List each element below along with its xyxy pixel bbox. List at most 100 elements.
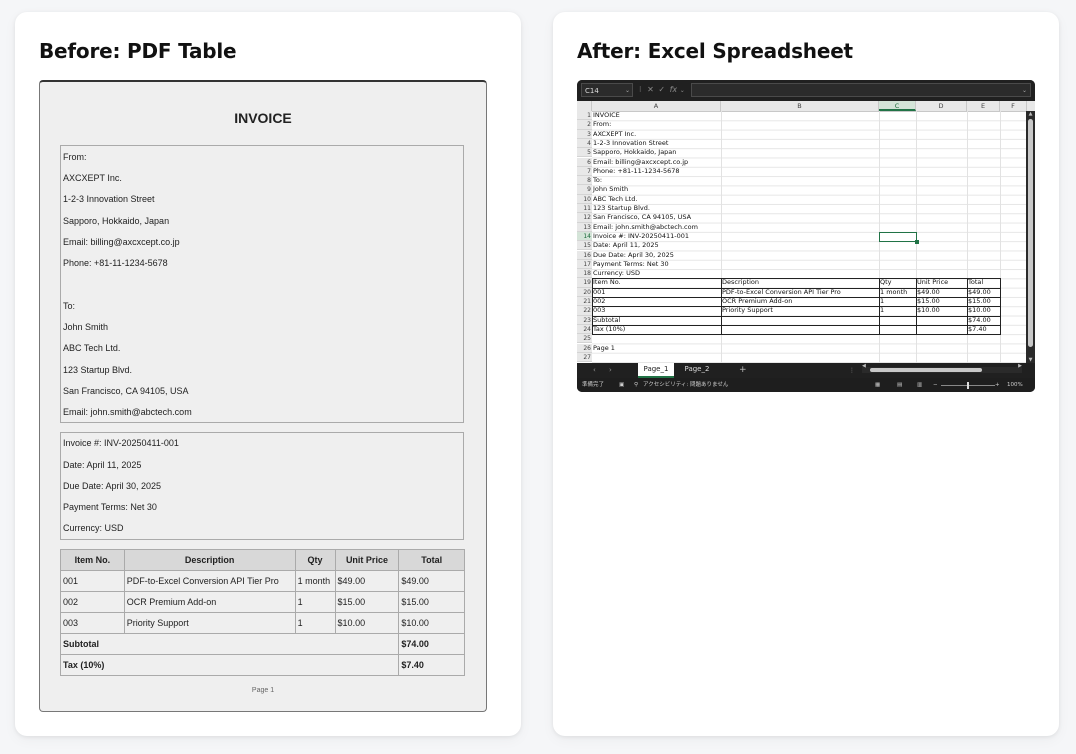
normal-view-icon[interactable]: ▦ [875,378,880,392]
row-header[interactable]: 18 [577,269,592,279]
cell-a[interactable] [592,334,721,343]
cell-a[interactable]: Tax (10%) [592,325,721,334]
cell-d[interactable]: $10.00 [916,306,967,315]
more-icon[interactable]: ⋮ [849,363,855,378]
cell-d[interactable] [916,316,967,325]
cell-a[interactable]: John Smith [592,185,721,194]
column-header-e[interactable]: E [967,101,1000,111]
column-header-d[interactable]: D [916,101,967,111]
add-sheet-icon[interactable]: + [739,363,747,377]
cell-d[interactable] [916,325,967,334]
cell-a[interactable]: Phone: +81-11-1234-5678 [592,167,721,176]
row-header[interactable]: 24 [577,324,592,335]
cell-e[interactable]: Total [967,278,1000,287]
name-box[interactable]: C14 ⌄ [581,83,633,97]
cell-a[interactable]: 003 [592,306,721,315]
prev-sheet-icon[interactable]: ‹ [593,363,596,378]
cell-c[interactable] [879,316,916,325]
cell-a[interactable]: Payment Terms: Net 30 [592,260,721,269]
scroll-left-icon[interactable]: ◀ [862,363,866,369]
cell-a[interactable]: ABC Tech Ltd. [592,195,721,204]
row-header[interactable]: 25 [577,334,592,344]
cell-d[interactable]: Unit Price [916,278,967,287]
hscroll-thumb[interactable] [870,368,982,372]
row-header[interactable]: 1 [577,111,592,121]
column-header-f[interactable]: F [1000,101,1027,111]
select-all-corner[interactable] [577,101,592,111]
cell-a[interactable]: Currency: USD [592,269,721,278]
cell-e[interactable]: $74.00 [967,316,1000,325]
row-header[interactable]: 9 [577,185,592,195]
row-header[interactable]: 26 [577,343,592,353]
row-header[interactable]: 22 [577,306,592,316]
sheet-tab-page-1[interactable]: Page_1 [638,363,674,378]
cell-a[interactable]: INVOICE [592,111,721,120]
row-header[interactable]: 16 [577,250,592,260]
accessibility-status[interactable]: アクセシビリティ: 問題ありません [643,378,728,392]
cell-a[interactable]: 001 [592,288,721,297]
cell-a[interactable]: Date: April 11, 2025 [592,241,721,250]
row-header[interactable]: 3 [577,129,592,139]
column-header-c[interactable]: C [879,101,916,111]
spreadsheet-grid[interactable]: ABCDEF 1 INVOICE 2 From: 3 AXCXEPT Inc. 4 1-2-3… [577,101,1035,363]
row-header[interactable]: 12 [577,213,592,223]
cell-c[interactable] [879,325,916,334]
row-header[interactable]: 13 [577,222,592,232]
row-header[interactable]: 6 [577,157,592,167]
cell-e[interactable]: $15.00 [967,297,1000,306]
cell-b[interactable]: Description [721,278,879,287]
confirm-icon[interactable]: ✓ [658,85,665,94]
row-header[interactable]: 7 [577,166,592,177]
row-header[interactable]: 20 [577,287,592,297]
macro-record-icon[interactable]: ▣ [619,378,624,392]
column-header-a[interactable]: A [592,101,721,111]
vertical-scrollbar[interactable]: ▲ ▼ [1026,111,1035,363]
column-header-b[interactable]: B [721,101,879,111]
row-header[interactable]: 14 [577,231,592,242]
scroll-up-icon[interactable]: ▲ [1026,111,1035,117]
row-header[interactable]: 19 [577,278,592,288]
formula-input[interactable]: ⌄ [691,83,1031,97]
row-header[interactable]: 2 [577,120,592,130]
cell-a[interactable]: Due Date: April 30, 2025 [592,251,721,260]
cell-a[interactable]: Email: billing@axcxcept.co.jp [592,158,721,167]
row-header[interactable]: 21 [577,297,592,307]
cell-c[interactable]: 1 [879,297,916,306]
cell-c[interactable]: Qty [879,278,916,287]
cell-a[interactable]: From: [592,120,721,129]
cell-a[interactable]: To: [592,176,721,185]
row-header[interactable]: 4 [577,138,592,149]
cell-a[interactable]: Email: john.smith@abctech.com [592,223,721,232]
zoom-level[interactable]: 100% [1007,378,1023,392]
cell-e[interactable]: $7.40 [967,325,1000,334]
cell-a[interactable]: San Francisco, CA 94105, USA [592,213,721,222]
cell-e[interactable]: $49.00 [967,288,1000,297]
cell-b[interactable]: Priority Support [721,306,879,315]
cell-a[interactable]: 123 Startup Blvd. [592,204,721,213]
row-header[interactable]: 10 [577,194,592,204]
accessibility-icon[interactable]: ⚲ [634,378,638,392]
cell-c[interactable]: 1 [879,306,916,315]
zoom-out-icon[interactable]: − [933,378,938,392]
cell-a[interactable]: Subtotal [592,316,721,325]
cell-a[interactable] [592,353,721,362]
cell-a[interactable]: Sapporo, Hokkaido, Japan [592,148,721,157]
row-header[interactable]: 27 [577,352,592,363]
cell-a[interactable]: 002 [592,297,721,306]
cell-a[interactable]: 1-2-3 Innovation Street [592,139,721,148]
chevron-down-icon[interactable]: ⌄ [680,87,685,94]
page-break-icon[interactable]: ▥ [917,378,922,392]
expand-formula-icon[interactable]: ⌄ [1022,84,1027,97]
cell-d[interactable]: $15.00 [916,297,967,306]
cell-b[interactable]: PDF-to-Excel Conversion API Tier Pro [721,288,879,297]
cell-a[interactable]: Item No. [592,278,721,287]
row-header[interactable]: 15 [577,241,592,251]
more-icon[interactable]: ⁝ [639,85,642,94]
cell-b[interactable] [721,316,879,325]
row-header[interactable]: 11 [577,204,592,214]
sheet-tab-page-2[interactable]: Page_2 [677,363,717,376]
next-sheet-icon[interactable]: › [609,363,612,378]
chevron-down-icon[interactable]: ⌄ [625,84,630,98]
cancel-icon[interactable]: ✕ [647,85,654,94]
cell-d[interactable]: $49.00 [916,288,967,297]
